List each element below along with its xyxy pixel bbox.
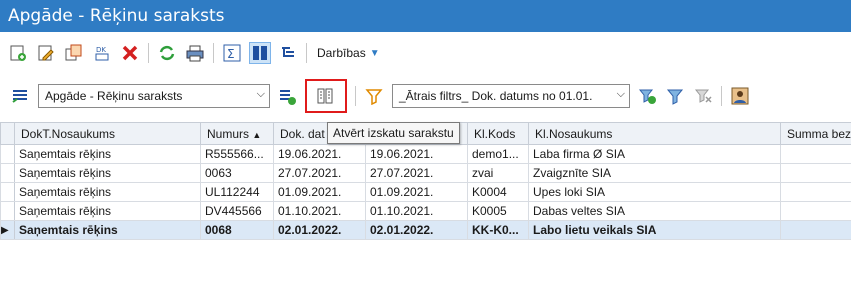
table-cell: 01.10.2021. (365, 201, 468, 221)
sort-asc-icon: ▲ (252, 129, 262, 140)
user-icon[interactable] (729, 85, 751, 107)
table-cell: K0005 (467, 201, 529, 221)
row-indicator (0, 201, 15, 221)
quick-filter-select[interactable]: _Ātrais filtrs_ Dok. datums no 01.01. ⌵ (392, 84, 630, 108)
table-cell: demo1... (467, 144, 529, 164)
chevron-down-icon: ▼ (369, 47, 380, 59)
chevron-down-icon: ⌵ (256, 88, 265, 100)
quick-filter-value: _Ātrais filtrs_ Dok. datums no 01.01. (399, 89, 593, 103)
toolbar-separator (213, 43, 214, 63)
table-cell: 01.09.2021. (273, 182, 366, 202)
columns-icon[interactable] (249, 42, 271, 64)
column-header[interactable]: Kl.Nosaukums (528, 122, 781, 145)
table-cell: Saņemtais rēķins (14, 201, 201, 221)
table-cell: Saņemtais rēķins (14, 163, 201, 183)
table-cell (780, 201, 851, 221)
table-cell: 27.07.2021. (273, 163, 366, 183)
table-cell: Laba firma Ø SIA (528, 144, 781, 164)
filter-toolbar: Apgāde - Rēķinu saraksts ⌵ _Ātrais filtr… (0, 76, 851, 116)
table-cell: 19.06.2021. (273, 144, 366, 164)
table-cell: UL112244 (200, 182, 274, 202)
table-cell: Dabas veltes SIA (528, 201, 781, 221)
clear-filter-icon[interactable] (692, 85, 714, 107)
table-cell: Upes loki SIA (528, 182, 781, 202)
table-cell: R555566... (200, 144, 274, 164)
table-cell: K0004 (467, 182, 529, 202)
table-cell: 01.10.2021. (273, 201, 366, 221)
open-view-list-button[interactable] (305, 79, 347, 113)
column-header[interactable]: Summa bez (780, 122, 851, 145)
table-cell: 02.01.2022. (273, 220, 366, 240)
actions-menu[interactable]: Darbības ▼ (317, 46, 380, 60)
table-cell: 1 (780, 220, 851, 240)
sum-icon[interactable]: Σ (221, 42, 243, 64)
table-cell: 27.07.2021. (365, 163, 468, 183)
add-view-icon[interactable] (276, 85, 298, 107)
print-icon[interactable] (184, 42, 206, 64)
copy-icon[interactable] (63, 42, 85, 64)
filter-icon[interactable] (363, 85, 385, 107)
new-icon[interactable] (7, 42, 29, 64)
edit-icon[interactable] (35, 42, 57, 64)
row-indicator (0, 144, 15, 164)
chevron-down-icon: ⌵ (616, 88, 625, 100)
table-row[interactable]: Saņemtais rēķins DV445566 01.10.2021. 01.10… (0, 201, 851, 221)
table-cell: Saņemtais rēķins (14, 182, 201, 202)
delete-icon[interactable] (119, 42, 141, 64)
toolbar-separator (148, 43, 149, 63)
add-filter-icon[interactable] (636, 85, 658, 107)
column-header-label: Numurs (207, 126, 250, 141)
table-cell (780, 163, 851, 183)
table-cell: 0063 (200, 163, 274, 183)
table-cell: 0068 (200, 220, 274, 240)
current-row-indicator: ▶ (0, 220, 15, 240)
toolbar-separator (306, 43, 307, 63)
main-toolbar: DK Σ Darbības ▼ (0, 36, 851, 70)
row-indicator (0, 163, 15, 183)
list-view-icon (9, 85, 31, 107)
table-cell: Labo lietu veikals SIA (528, 220, 781, 240)
table-cell: KK-K0... (467, 220, 529, 240)
funnel-icon[interactable] (664, 85, 686, 107)
toolbar-separator (355, 86, 356, 106)
table-cell: Saņemtais rēķins (14, 220, 201, 240)
table-cell: 01.09.2021. (365, 182, 468, 202)
table-cell: zvai (467, 163, 529, 183)
table-row[interactable]: ▶ Saņemtais rēķins 0068 02.01.2022. 02.01.20… (0, 220, 851, 240)
table-cell: Saņemtais rēķins (14, 144, 201, 164)
window-title: Apgāde - Rēķinu saraksts (0, 0, 851, 32)
table-row[interactable]: Saņemtais rēķins 0063 27.07.2021. 27.07.202… (0, 163, 851, 183)
svg-text:Σ: Σ (227, 47, 235, 61)
book-icon[interactable]: DK (91, 42, 113, 64)
row-indicator (0, 182, 15, 202)
table-cell: 02.01.2022. (365, 220, 468, 240)
table-cell (780, 182, 851, 202)
list-select[interactable]: Apgāde - Rēķinu saraksts ⌵ (38, 84, 270, 108)
actions-menu-label: Darbības (317, 46, 366, 60)
column-header[interactable]: DokT.Nosaukums (14, 122, 201, 145)
table-cell: Zvaigznīte SIA (528, 163, 781, 183)
toolbar-separator (721, 86, 722, 106)
tree-icon[interactable] (277, 42, 299, 64)
table-cell: DV445566 (200, 201, 274, 221)
row-indicator-header (0, 122, 15, 145)
list-select-value: Apgāde - Rēķinu saraksts (45, 89, 183, 103)
table-cell (780, 144, 851, 164)
svg-text:DK: DK (96, 46, 106, 54)
table-row[interactable]: Saņemtais rēķins UL112244 01.09.2021. 01.09… (0, 182, 851, 202)
column-header[interactable]: Kl.Kods (467, 122, 529, 145)
tooltip: Atvērt izskatu sarakstu (327, 122, 460, 144)
table-cell: 19.06.2021. (365, 144, 468, 164)
table-row[interactable]: Saņemtais rēķins R555566... 19.06.2021. 19.… (0, 144, 851, 164)
refresh-icon[interactable] (156, 42, 178, 64)
column-header[interactable]: Numurs ▲ (200, 122, 274, 145)
